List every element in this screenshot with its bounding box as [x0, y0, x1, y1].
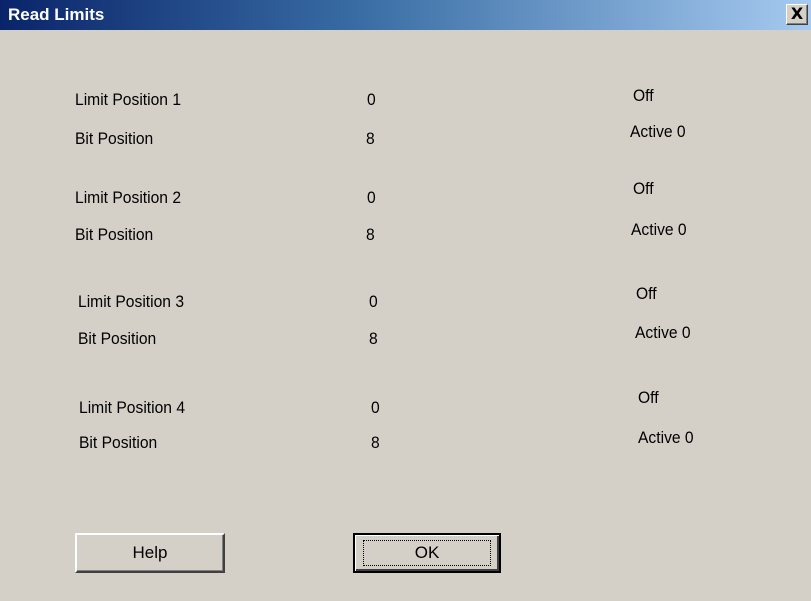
- limit-position-3-state: Off: [636, 284, 657, 303]
- help-button-label: Help: [132, 543, 168, 562]
- limit-position-1-state: Off: [633, 86, 654, 105]
- title-bar[interactable]: Read Limits X: [0, 0, 811, 30]
- close-icon: X: [790, 4, 804, 23]
- bit-position-3-value: 8: [369, 329, 378, 348]
- bit-position-2-value: 8: [366, 225, 375, 244]
- close-button[interactable]: X: [786, 4, 808, 25]
- limit-position-3-value: 0: [369, 292, 378, 311]
- bit-position-4-active: Active 0: [638, 428, 694, 447]
- limit-position-4-label: Limit Position 4: [79, 398, 186, 417]
- bit-position-3-active: Active 0: [635, 323, 691, 342]
- bit-position-4-value: 8: [371, 433, 380, 452]
- limit-position-3-label: Limit Position 3: [78, 292, 185, 311]
- read-limits-dialog: Read Limits X Limit Position 1 0 Off Bit…: [0, 0, 811, 601]
- limit-position-2-state: Off: [633, 179, 654, 198]
- bit-position-2-active: Active 0: [631, 220, 687, 239]
- limit-position-2-value: 0: [367, 188, 376, 207]
- limit-position-1-value: 0: [367, 90, 376, 109]
- limit-position-2-label: Limit Position 2: [75, 188, 182, 207]
- window-title: Read Limits: [8, 5, 105, 24]
- ok-button[interactable]: OK: [353, 533, 501, 573]
- ok-button-label: OK: [414, 543, 440, 562]
- bit-position-1-active: Active 0: [630, 122, 686, 141]
- bit-position-4-label: Bit Position: [79, 433, 158, 452]
- bit-position-3-label: Bit Position: [78, 329, 157, 348]
- help-button[interactable]: Help: [75, 533, 225, 573]
- limit-position-4-state: Off: [638, 388, 659, 407]
- bit-position-1-label: Bit Position: [75, 129, 154, 148]
- bit-position-2-label: Bit Position: [75, 225, 154, 244]
- limit-position-4-value: 0: [371, 398, 380, 417]
- limit-position-1-label: Limit Position 1: [75, 90, 182, 109]
- bit-position-1-value: 8: [366, 129, 375, 148]
